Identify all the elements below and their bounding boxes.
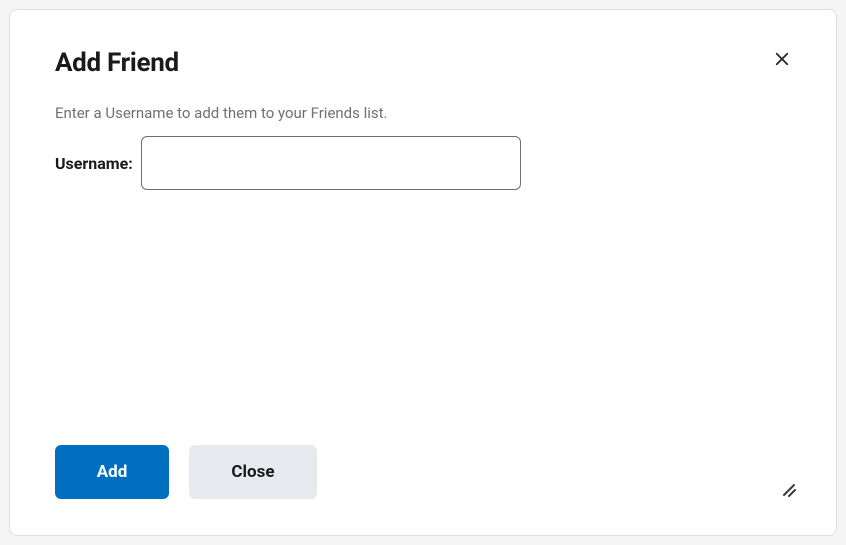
- add-button[interactable]: Add: [55, 445, 169, 499]
- resize-handle-icon[interactable]: [781, 482, 797, 502]
- username-field-row: Username:: [55, 136, 791, 190]
- username-label: Username:: [55, 154, 133, 173]
- dialog-actions: Add Close: [55, 445, 317, 499]
- dialog-header: Add Friend: [55, 48, 791, 78]
- instruction-text: Enter a Username to add them to your Fri…: [55, 104, 791, 122]
- dialog-title: Add Friend: [55, 48, 179, 78]
- close-icon: [773, 56, 791, 71]
- close-button[interactable]: [769, 46, 795, 75]
- add-friend-dialog: Add Friend Enter a Username to add them …: [9, 9, 837, 536]
- close-action-button[interactable]: Close: [189, 445, 317, 499]
- username-input[interactable]: [141, 136, 521, 190]
